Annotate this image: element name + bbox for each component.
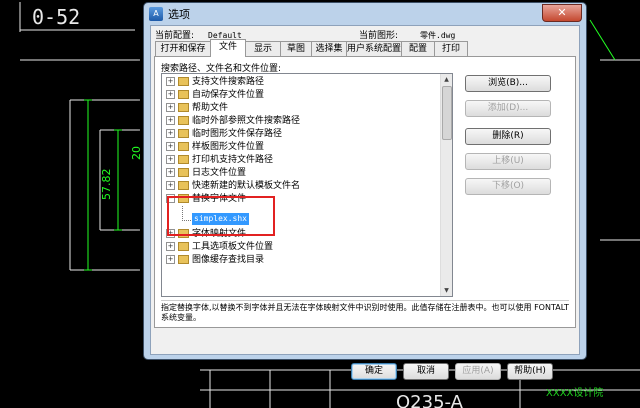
tab-display[interactable]: 显示	[245, 41, 281, 56]
apply-button[interactable]: 应用(A)	[455, 363, 501, 380]
dialog-title: 选项	[168, 8, 190, 21]
tree-scrollbar[interactable]: ▲ ▼	[440, 74, 452, 296]
current-drawing: 当前图形: 零件.dwg	[359, 28, 455, 41]
tab-selection[interactable]: 选择集	[311, 41, 347, 56]
folder-icon	[178, 142, 189, 151]
tree-item[interactable]: + 图像缓存查找目录	[166, 254, 264, 267]
browse-button[interactable]: 浏览(B)...	[465, 75, 551, 92]
expand-plus-icon[interactable]: +	[166, 77, 175, 86]
folder-icon	[178, 242, 189, 251]
tree-item[interactable]: + 自动保存文件位置	[166, 89, 264, 102]
tab-profiles[interactable]: 配置	[401, 41, 435, 56]
cad-corner-text: XXXX设计院	[546, 388, 604, 399]
cad-dim-top: 0-52	[32, 5, 80, 29]
folder-icon	[178, 103, 189, 112]
tree-item[interactable]: + 帮助文件	[166, 102, 228, 115]
folder-icon	[178, 77, 189, 86]
tree-item[interactable]: + 临时图形文件保存路径	[166, 128, 282, 141]
folder-icon	[178, 129, 189, 138]
cad-dim-20: 20	[130, 146, 143, 160]
folder-icon	[178, 181, 189, 190]
dialog-body: 当前配置: Default 当前图形: 零件.dwg 打开和保存 文件 显示 草图 …	[150, 25, 580, 380]
cad-material: Q235-A	[396, 392, 464, 408]
dialog-titlebar[interactable]: A 选项 ✕	[144, 3, 586, 25]
expand-plus-icon[interactable]: +	[166, 242, 175, 251]
folder-icon	[178, 168, 189, 177]
tab-plot[interactable]: 打印	[434, 41, 468, 56]
expand-plus-icon[interactable]: +	[166, 129, 175, 138]
expand-plus-icon[interactable]: +	[166, 90, 175, 99]
add-button[interactable]: 添加(D)...	[465, 100, 551, 117]
tree-item[interactable]: + 样板图形文件位置	[166, 141, 264, 154]
folder-icon	[178, 155, 189, 164]
current-drawing-label: 当前图形:	[359, 31, 399, 41]
move-up-button[interactable]: 上移(U)	[465, 153, 551, 170]
file-paths-tree[interactable]: + 支持文件搜索路径 + 自动保存文件位置 + 帮助文件 + 临时外部参照文件搜索路径 …	[161, 73, 453, 297]
expand-plus-icon[interactable]: +	[166, 103, 175, 112]
expand-plus-icon[interactable]: +	[166, 155, 175, 164]
options-dialog: A 选项 ✕ 当前配置: Default 当前图形: 零件.dwg 打开和保存 文件…	[143, 2, 587, 380]
tree-item[interactable]: + 快速新建的默认模板文件名	[166, 180, 300, 193]
ok-button[interactable]: 确定	[351, 363, 397, 380]
tree-item[interactable]: + 支持文件搜索路径	[166, 76, 264, 89]
current-profile-label: 当前配置:	[155, 31, 195, 41]
help-button[interactable]: 帮助(H)	[507, 363, 553, 380]
cancel-button[interactable]: 取消	[403, 363, 449, 380]
tab-user-preferences[interactable]: 用户系统配置	[346, 41, 402, 56]
tree-item[interactable]: + 临时外部参照文件搜索路径	[166, 115, 300, 128]
expand-plus-icon[interactable]: +	[166, 116, 175, 125]
scroll-thumb[interactable]	[442, 86, 452, 140]
folder-icon	[178, 116, 189, 125]
tab-files[interactable]: 文件	[210, 39, 246, 57]
files-panel: 搜索路径、文件名和文件位置: + 支持文件搜索路径 + 自动保存文件位置 + 帮助文件…	[154, 56, 576, 328]
tree-item[interactable]: + 日志文件位置	[166, 167, 246, 180]
description-text: 指定替换字体,以替换不到字体并且无法在字体映射文件中识别时使用。此值存储在注册表…	[161, 303, 569, 322]
tree-item[interactable]: + 工具选项板文件位置	[166, 241, 273, 254]
move-down-button[interactable]: 下移(O)	[465, 178, 551, 195]
expand-plus-icon[interactable]: +	[166, 255, 175, 264]
cad-dim-57: 57.82	[100, 169, 113, 201]
remove-button[interactable]: 删除(R)	[465, 128, 551, 145]
red-annotation-box	[167, 196, 275, 236]
autocad-app-icon: A	[149, 7, 163, 21]
expand-plus-icon[interactable]: +	[166, 142, 175, 151]
folder-icon	[178, 90, 189, 99]
tab-open-save[interactable]: 打开和保存	[155, 41, 211, 56]
current-drawing-value: 零件.dwg	[420, 31, 456, 40]
tab-drafting[interactable]: 草图	[280, 41, 312, 56]
tree-item[interactable]: + 打印机支持文件路径	[166, 154, 273, 167]
folder-icon	[178, 255, 189, 264]
description-divider	[161, 300, 569, 301]
scroll-down-arrow-icon[interactable]: ▼	[441, 285, 452, 296]
expand-plus-icon[interactable]: +	[166, 168, 175, 177]
expand-plus-icon[interactable]: +	[166, 181, 175, 190]
scroll-up-arrow-icon[interactable]: ▲	[441, 74, 452, 85]
close-button[interactable]: ✕	[542, 4, 582, 22]
